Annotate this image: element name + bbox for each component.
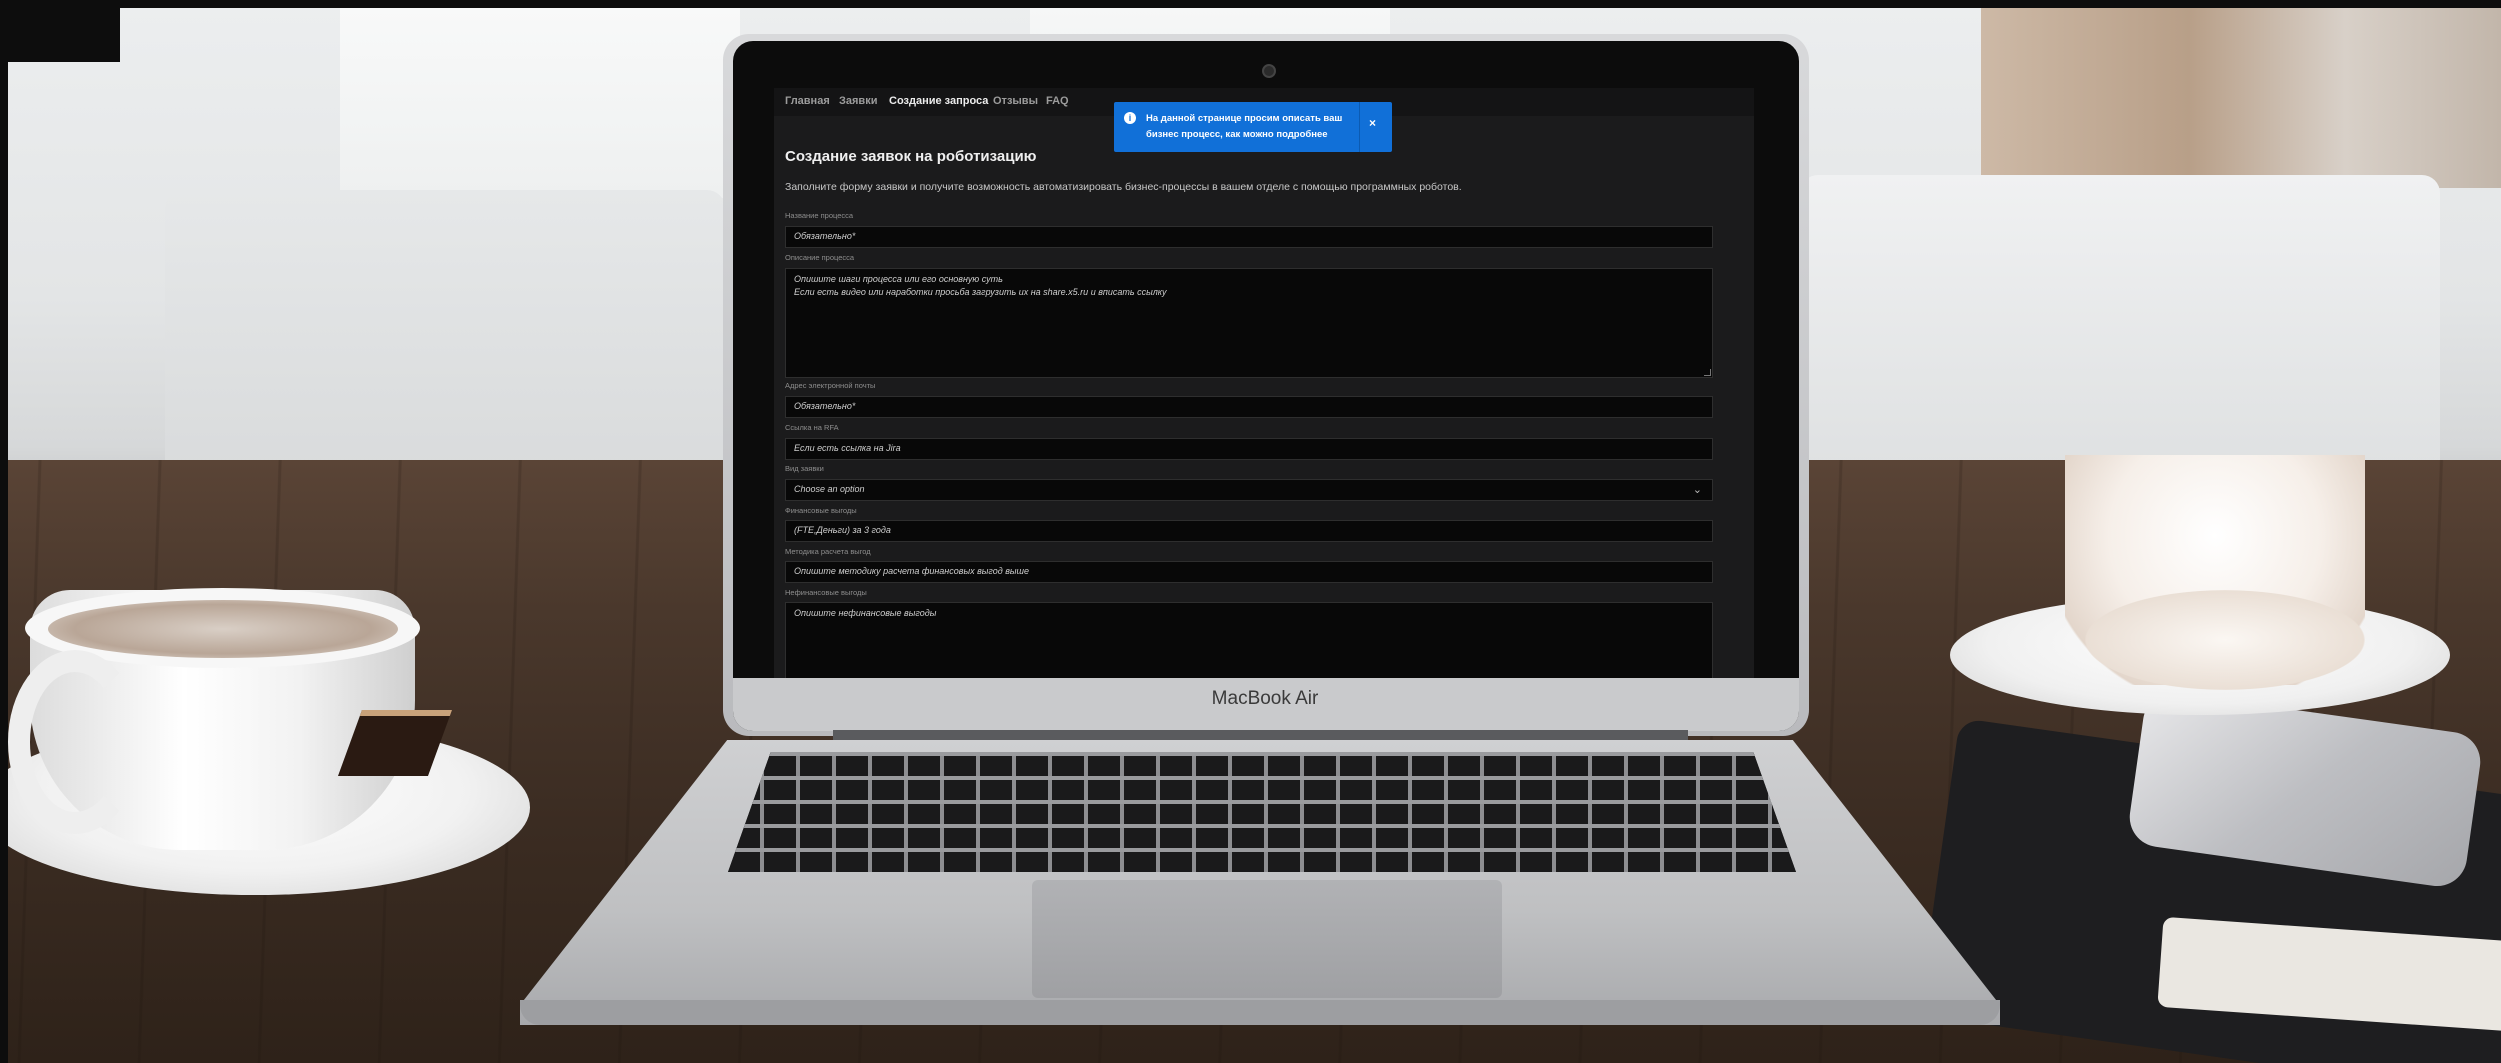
field-label: Вид заявки <box>785 464 824 473</box>
sofa <box>1800 175 2440 465</box>
photo-frame <box>0 0 8 1063</box>
nav-item-create-request[interactable]: Создание запроса <box>889 95 988 107</box>
nav-item-faq[interactable]: FAQ <box>1046 95 1069 107</box>
field-label: Нефинансовые выгоды <box>785 588 867 597</box>
financial-benefits-input[interactable]: (FTE,Деньги) за 3 года <box>785 520 1713 542</box>
info-toast: i На данной странице просим описать ваш … <box>1114 102 1392 152</box>
textarea-placeholder: Опишите шаги процесса или его основную с… <box>794 274 1003 284</box>
rfa-link-input[interactable]: Если есть ссылка на Jira <box>785 438 1713 460</box>
field-label: Методика расчета выгод <box>785 547 871 556</box>
cup-handle <box>8 650 142 834</box>
toast-divider <box>1359 102 1360 152</box>
laptop-screen: Главная Заявки Создание запроса Отзывы F… <box>774 88 1754 678</box>
close-icon[interactable]: × <box>1369 116 1376 130</box>
laptop-brand-label: MacBook Air <box>1211 688 1319 709</box>
keyboard-rows <box>728 752 1796 872</box>
sofa <box>165 190 725 470</box>
field-label: Адрес электронной почты <box>785 381 876 390</box>
select-value: Choose an option <box>794 484 865 494</box>
process-description-textarea[interactable]: Опишите шаги процесса или его основную с… <box>785 268 1713 378</box>
nav-item-requests[interactable]: Заявки <box>839 95 877 107</box>
request-type-select[interactable]: Choose an option ⌄ <box>785 479 1713 501</box>
field-label: Ссылка на RFA <box>785 423 839 432</box>
toast-message: На данной странице просим описать ваш би… <box>1146 111 1346 143</box>
toast-line: бизнес процесс, как можно подробнее <box>1146 129 1328 140</box>
page-title: Создание заявок на роботизацию <box>785 148 1037 165</box>
toast-line: На данной странице просим описать ваш <box>1146 113 1343 124</box>
laptop-hinge <box>833 730 1688 740</box>
meringue <box>2085 590 2365 690</box>
chevron-down-icon: ⌄ <box>1692 484 1702 496</box>
camera-icon <box>1262 64 1276 78</box>
trackpad <box>1032 880 1502 998</box>
window-light <box>340 8 740 198</box>
laptop-base-edge <box>520 1000 2000 1025</box>
wood-shelf <box>1981 8 2501 188</box>
nav-item-home[interactable]: Главная <box>785 95 830 107</box>
field-label: Финансовые выгоды <box>785 506 857 515</box>
photo-frame-corner <box>0 0 120 62</box>
info-icon: i <box>1124 112 1136 124</box>
process-name-input[interactable]: Обязательно* <box>785 226 1713 248</box>
email-input[interactable]: Обязательно* <box>785 396 1713 418</box>
benefits-method-input[interactable]: Опишите методику расчета финансовых выго… <box>785 561 1713 583</box>
field-label: Описание процесса <box>785 253 855 262</box>
nav-item-reviews[interactable]: Отзывы <box>993 95 1038 107</box>
non-financial-benefits-textarea[interactable]: Опишите нефинансовые выгоды <box>785 602 1713 678</box>
resize-handle-icon[interactable] <box>1704 369 1711 376</box>
textarea-placeholder: Если есть видео или наработки просьба за… <box>794 287 1167 297</box>
page-subtitle: Заполните форму заявки и получите возмож… <box>785 181 1462 193</box>
photo-frame <box>0 0 2501 8</box>
coffee-residue <box>48 600 398 658</box>
field-label: Название процесса <box>785 211 854 220</box>
